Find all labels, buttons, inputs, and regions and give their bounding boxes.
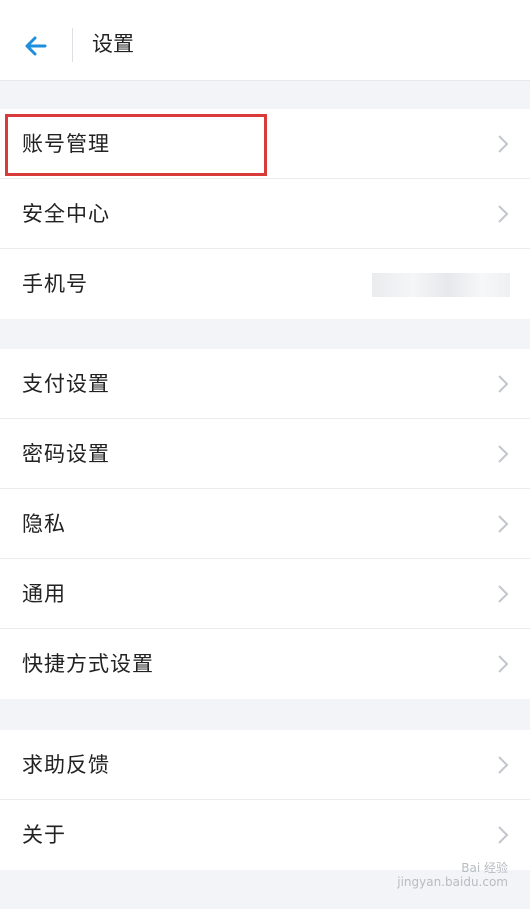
- settings-item-label: 快捷方式设置: [22, 652, 154, 676]
- settings-item-help-feedback[interactable]: 求助反馈: [0, 730, 530, 800]
- settings-item-label: 账号管理: [22, 132, 110, 156]
- chevron-right-icon: [498, 205, 509, 223]
- settings-item-label: 求助反馈: [22, 753, 110, 777]
- settings-item-shortcut-settings[interactable]: 快捷方式设置: [0, 629, 530, 699]
- phone-number-masked-value: [372, 273, 510, 297]
- settings-group-support: 求助反馈 关于: [0, 730, 530, 870]
- settings-item-label: 通用: [22, 582, 66, 606]
- top-app-bar: 设置: [0, 0, 530, 81]
- chevron-right-icon: [498, 655, 509, 673]
- chevron-right-icon: [498, 585, 509, 603]
- settings-group-general: 支付设置 密码设置 隐私 通用 快捷方式设置: [0, 349, 530, 699]
- watermark: Bai 经验 jingyan.baidu.com: [397, 861, 508, 889]
- settings-group-account: 账号管理 安全中心 手机号: [0, 109, 530, 319]
- settings-item-label: 隐私: [22, 512, 66, 536]
- settings-item-label: 安全中心: [22, 202, 110, 226]
- settings-item-label: 支付设置: [22, 372, 110, 396]
- back-button[interactable]: [18, 28, 54, 64]
- settings-item-account-management[interactable]: 账号管理: [0, 109, 530, 179]
- page-title: 设置: [92, 32, 134, 56]
- watermark-line: Bai 经验: [461, 861, 508, 875]
- settings-item-general[interactable]: 通用: [0, 559, 530, 629]
- chevron-right-icon: [498, 375, 509, 393]
- settings-item-phone-number[interactable]: 手机号: [0, 249, 530, 319]
- settings-item-label: 手机号: [22, 272, 88, 296]
- settings-item-label: 密码设置: [22, 442, 110, 466]
- chevron-right-icon: [498, 826, 509, 844]
- back-arrow-icon: [25, 36, 47, 56]
- settings-item-password-settings[interactable]: 密码设置: [0, 419, 530, 489]
- header-divider: [72, 28, 73, 62]
- chevron-right-icon: [498, 756, 509, 774]
- settings-item-about[interactable]: 关于: [0, 800, 530, 870]
- watermark-line: jingyan.baidu.com: [397, 875, 508, 889]
- settings-item-payment-settings[interactable]: 支付设置: [0, 349, 530, 419]
- settings-item-privacy[interactable]: 隐私: [0, 489, 530, 559]
- settings-item-security-center[interactable]: 安全中心: [0, 179, 530, 249]
- chevron-right-icon: [498, 445, 509, 463]
- chevron-right-icon: [498, 135, 509, 153]
- settings-item-label: 关于: [22, 823, 66, 847]
- chevron-right-icon: [498, 515, 509, 533]
